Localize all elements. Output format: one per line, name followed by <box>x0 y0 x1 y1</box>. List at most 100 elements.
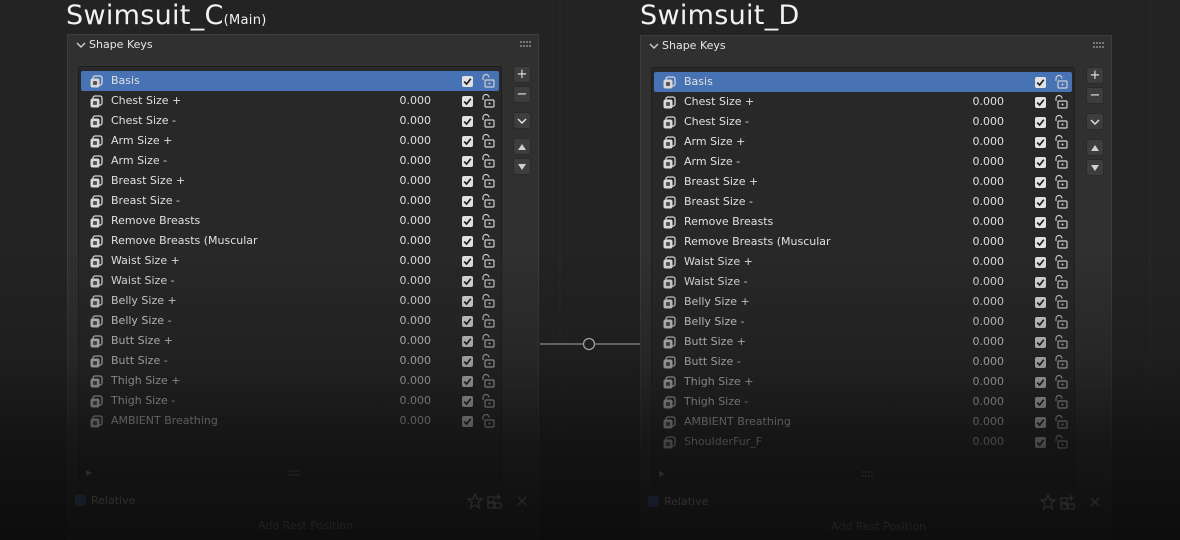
mute-checkbox[interactable] <box>462 276 473 287</box>
lock-icon[interactable] <box>1052 114 1068 130</box>
lock-icon[interactable] <box>1052 174 1068 190</box>
mute-checkbox[interactable] <box>462 336 473 347</box>
lock-icon[interactable] <box>479 413 495 429</box>
move-up-button[interactable] <box>513 138 531 155</box>
lock-icon[interactable] <box>1052 434 1068 450</box>
relative-checkbox[interactable] <box>75 495 86 506</box>
shape-key-name[interactable]: Breast Size - <box>111 194 180 207</box>
shape-key-row[interactable]: Chest Size + 0.000 <box>81 91 499 111</box>
lock-icon[interactable] <box>1052 74 1068 90</box>
lock-icon[interactable] <box>1052 394 1068 410</box>
mute-checkbox[interactable] <box>1035 417 1046 428</box>
mute-checkbox[interactable] <box>1035 97 1046 108</box>
lock-icon[interactable] <box>1052 314 1068 330</box>
shape-key-value[interactable]: 0.000 <box>954 355 1005 368</box>
mute-checkbox[interactable] <box>462 316 473 327</box>
shape-key-row[interactable]: Waist Size + 0.000 <box>81 251 499 271</box>
shape-key-value[interactable]: 0.000 <box>954 95 1005 108</box>
mute-checkbox[interactable] <box>462 156 473 167</box>
shape-key-name[interactable]: Basis <box>111 74 140 87</box>
shape-key-value[interactable]: 0.000 <box>381 394 432 407</box>
mute-checkbox[interactable] <box>462 216 473 227</box>
mute-checkbox[interactable] <box>462 196 473 207</box>
lock-icon[interactable] <box>479 253 495 269</box>
shape-key-row[interactable]: Chest Size + 0.000 <box>654 92 1072 112</box>
lock-icon[interactable] <box>479 153 495 169</box>
shape-key-value[interactable]: 0.000 <box>381 334 432 347</box>
shape-key-row[interactable]: Thigh Size - 0.000 <box>81 391 499 411</box>
shape-key-value[interactable]: 0.000 <box>954 435 1005 448</box>
move-down-button[interactable] <box>1086 159 1104 176</box>
filter-expand-icon[interactable]: ▶ <box>86 468 92 477</box>
add-rest-position[interactable]: Add Rest Position <box>258 519 353 532</box>
shape-key-name[interactable]: Remove Breasts <box>111 214 200 227</box>
remove-shape-key-button[interactable]: − <box>1086 87 1104 104</box>
shape-key-row[interactable]: Arm Size + 0.000 <box>654 132 1072 152</box>
mute-checkbox[interactable] <box>462 136 473 147</box>
mute-checkbox[interactable] <box>1035 137 1046 148</box>
mute-checkbox[interactable] <box>462 256 473 267</box>
shape-key-value[interactable]: 0.000 <box>381 194 432 207</box>
resize-handle-icon[interactable] <box>289 469 301 477</box>
mute-checkbox[interactable] <box>462 296 473 307</box>
lock-icon[interactable] <box>1052 214 1068 230</box>
star-icon[interactable] <box>466 492 484 510</box>
shape-key-row[interactable]: Butt Size + 0.000 <box>654 332 1072 352</box>
shape-key-value[interactable]: 0.000 <box>954 415 1005 428</box>
shape-key-value[interactable]: 0.000 <box>381 274 432 287</box>
mute-checkbox[interactable] <box>1035 177 1046 188</box>
shape-key-name[interactable]: Waist Size + <box>111 254 180 267</box>
shape-key-value[interactable]: 0.000 <box>381 254 432 267</box>
mute-checkbox[interactable] <box>462 236 473 247</box>
lock-icon[interactable] <box>479 273 495 289</box>
shape-key-name[interactable]: AMBIENT Breathing <box>111 414 218 427</box>
mute-checkbox[interactable] <box>462 376 473 387</box>
lock-icon[interactable] <box>479 213 495 229</box>
lock-icon[interactable] <box>1052 374 1068 390</box>
shape-key-value[interactable]: 0.000 <box>954 155 1005 168</box>
grid-add-icon[interactable] <box>1059 493 1077 511</box>
shape-key-value[interactable]: 0.000 <box>954 395 1005 408</box>
shape-key-row[interactable]: Breast Size + 0.000 <box>81 171 499 191</box>
lock-icon[interactable] <box>1052 234 1068 250</box>
shape-key-name[interactable]: Butt Size + <box>111 334 173 347</box>
shape-key-name[interactable]: Butt Size + <box>684 335 746 348</box>
mute-checkbox[interactable] <box>1035 257 1046 268</box>
shape-key-value[interactable]: 0.000 <box>954 215 1005 228</box>
panel-header[interactable]: Shape Keys <box>641 36 1111 58</box>
lock-icon[interactable] <box>479 393 495 409</box>
relative-checkbox[interactable] <box>648 496 659 507</box>
shape-key-name[interactable]: Belly Size - <box>111 314 171 327</box>
mute-checkbox[interactable] <box>1035 77 1046 88</box>
move-down-button[interactable] <box>513 158 531 175</box>
lock-icon[interactable] <box>479 333 495 349</box>
shape-key-value[interactable]: 0.000 <box>381 234 432 247</box>
lock-icon[interactable] <box>479 73 495 89</box>
lock-icon[interactable] <box>479 113 495 129</box>
mute-checkbox[interactable] <box>462 116 473 127</box>
shape-key-row[interactable]: Arm Size - 0.000 <box>654 152 1072 172</box>
mute-checkbox[interactable] <box>1035 237 1046 248</box>
grid-add-icon[interactable] <box>486 492 504 510</box>
shape-key-row[interactable]: Remove Breasts (Muscular 0.000 <box>81 231 499 251</box>
shape-key-value[interactable]: 0.000 <box>954 195 1005 208</box>
mute-checkbox[interactable] <box>1035 357 1046 368</box>
mute-checkbox[interactable] <box>1035 157 1046 168</box>
lock-icon[interactable] <box>1052 134 1068 150</box>
shape-key-value[interactable]: 0.000 <box>381 354 432 367</box>
lock-icon[interactable] <box>1052 414 1068 430</box>
shape-key-row[interactable]: AMBIENT Breathing 0.000 <box>654 412 1072 432</box>
shape-key-value[interactable]: 0.000 <box>381 174 432 187</box>
shape-key-row[interactable]: Belly Size + 0.000 <box>81 291 499 311</box>
shape-key-value[interactable]: 0.000 <box>381 214 432 227</box>
shape-key-name[interactable]: Chest Size - <box>111 114 176 127</box>
shape-key-value[interactable]: 0.000 <box>381 374 432 387</box>
shape-key-value[interactable]: 0.000 <box>381 314 432 327</box>
mute-checkbox[interactable] <box>1035 197 1046 208</box>
shape-key-row[interactable]: Arm Size + 0.000 <box>81 131 499 151</box>
shape-key-name[interactable]: Belly Size + <box>684 295 750 308</box>
shape-key-value[interactable]: 0.000 <box>954 335 1005 348</box>
shape-key-name[interactable]: ShoulderFur_F <box>684 435 762 448</box>
shape-key-value[interactable]: 0.000 <box>381 134 432 147</box>
mute-checkbox[interactable] <box>462 356 473 367</box>
